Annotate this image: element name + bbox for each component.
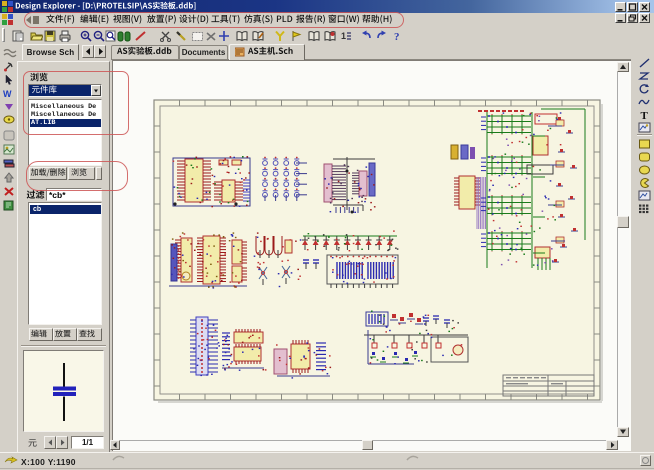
svg-text:T: T xyxy=(641,110,649,121)
svg-text:1: 1 xyxy=(341,31,346,41)
svg-text:?: ? xyxy=(394,31,400,42)
svg-text:W: W xyxy=(3,89,12,99)
